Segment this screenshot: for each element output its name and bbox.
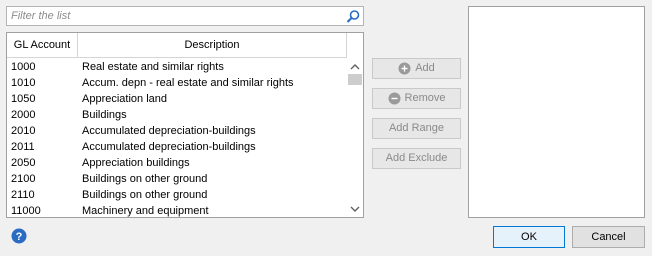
filter-box[interactable] (6, 6, 364, 26)
cell-gl-account: 1010 (11, 77, 36, 89)
vertical-scrollbar[interactable] (347, 58, 363, 217)
ok-button[interactable]: OK (493, 226, 565, 248)
scroll-down-icon[interactable] (350, 204, 360, 214)
table-row[interactable]: 1000 Real estate and similar rights (7, 59, 347, 75)
cell-description: Accum. depn - real estate and similar ri… (82, 77, 294, 89)
cell-gl-account: 11000 (11, 205, 41, 217)
table-row[interactable]: 1010 Accum. depn - real estate and simila… (7, 75, 347, 91)
cell-gl-account: 2000 (11, 109, 36, 121)
remove-button-label: Remove (404, 92, 446, 104)
add-range-button-label: Add Range (388, 122, 445, 134)
table-row[interactable]: 2011 Accumulated depreciation-buildings (7, 139, 347, 155)
cell-description: Real estate and similar rights (82, 61, 224, 73)
cell-description: Machinery and equipment (82, 205, 209, 217)
filter-input[interactable] (7, 7, 343, 25)
cell-gl-account: 2110 (11, 189, 35, 201)
cell-description: Appreciation buildings (82, 157, 190, 169)
add-button-label: Add (415, 62, 435, 74)
column-header-gl-account[interactable]: GL Account (7, 33, 78, 58)
cell-description: Accumulated depreciation-buildings (82, 141, 256, 153)
scroll-up-icon[interactable] (350, 62, 360, 72)
cell-gl-account: 2011 (11, 141, 35, 153)
cell-description: Appreciation land (82, 93, 168, 105)
svg-text:?: ? (16, 231, 23, 243)
add-exclude-button-label: Add Exclude (385, 152, 448, 164)
gl-account-table[interactable]: GL Account Description 1000 Real estate a… (6, 32, 364, 218)
table-row[interactable]: 2100 Buildings on other ground (7, 171, 347, 187)
table-row[interactable]: 2050 Appreciation buildings (7, 155, 347, 171)
cell-description: Buildings (82, 109, 127, 121)
cell-gl-account: 1000 (11, 61, 36, 73)
cell-description: Buildings on other ground (82, 173, 208, 185)
table-row[interactable]: 1050 Appreciation land (7, 91, 347, 107)
cell-description: Buildings on other ground (82, 189, 208, 201)
add-range-button[interactable]: Add Range (372, 118, 461, 139)
remove-button[interactable]: Remove (372, 88, 461, 109)
search-icon[interactable] (345, 9, 361, 24)
table-row[interactable]: 2110 Buildings on other ground (7, 187, 347, 203)
help-icon[interactable]: ? (11, 228, 27, 244)
minus-circle-icon (388, 92, 401, 105)
table-rows: 1000 Real estate and similar rights 1010 A… (7, 59, 347, 217)
cell-description: Accumulated depreciation-buildings (82, 125, 256, 137)
column-header-description[interactable]: Description (78, 33, 347, 58)
cancel-button[interactable]: Cancel (572, 226, 645, 248)
table-row[interactable]: 2000 Buildings (7, 107, 347, 123)
add-button[interactable]: Add (372, 58, 461, 79)
plus-circle-icon (398, 62, 411, 75)
cell-gl-account: 1050 (11, 93, 36, 105)
selected-items-list[interactable] (468, 6, 645, 218)
cell-gl-account: 2050 (11, 157, 36, 169)
cell-gl-account: 2100 (11, 173, 36, 185)
add-exclude-button[interactable]: Add Exclude (372, 148, 461, 169)
table-header: GL Account Description (7, 33, 347, 58)
cell-gl-account: 2010 (11, 125, 36, 137)
table-row[interactable]: 2010 Accumulated depreciation-buildings (7, 123, 347, 139)
scrollbar-thumb[interactable] (348, 74, 362, 85)
table-row[interactable]: 11000 Machinery and equipment (7, 203, 347, 217)
